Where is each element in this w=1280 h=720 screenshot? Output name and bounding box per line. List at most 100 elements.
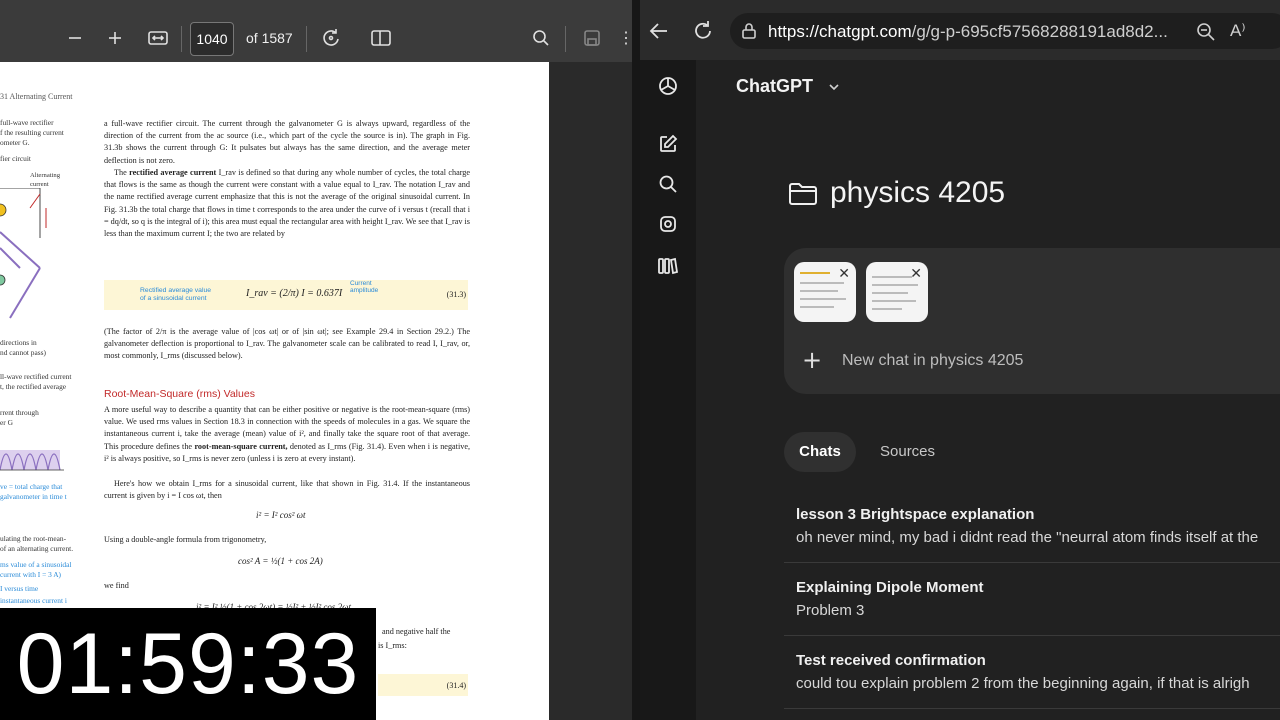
chat-list-item[interactable]: Test received confirmation could tou exp… — [796, 652, 1280, 692]
gpts-icon — [660, 216, 676, 232]
toolbar-divider — [306, 26, 307, 52]
reload-icon — [695, 21, 711, 39]
paragraph: and negative half the — [382, 627, 451, 636]
rotate-button[interactable] — [320, 26, 342, 50]
left-caption: I versus time — [0, 584, 39, 593]
left-caption: full-wave rectifier — [0, 118, 54, 127]
equation-note: Current amplitude — [350, 280, 379, 294]
left-caption: ulating the root-mean- — [0, 534, 67, 543]
chat-preview: could tou explain problem 2 from the beg… — [796, 675, 1250, 692]
paragraph: a full-wave rectifier circuit. The curre… — [104, 119, 470, 165]
chat-list-item[interactable]: lesson 3 Brightspace explanation oh neve… — [796, 506, 1280, 546]
left-caption: of an alternating current. — [0, 544, 74, 553]
paragraph: Here's how we obtain I_rms for a sinusoi… — [104, 479, 470, 501]
pdf-toolbar: 1040 of 1587 ⋮ — [0, 0, 632, 62]
save-icon — [584, 30, 600, 46]
site-info-button[interactable] — [740, 22, 758, 45]
read-aloud-icon: A⁾ — [1230, 21, 1246, 40]
left-caption: ms value of a sinusoidal — [0, 560, 72, 569]
model-selector[interactable]: ChatGPT — [736, 76, 813, 97]
pdf-viewer: 1040 of 1587 ⋮ 31 Alternating Current fu… — [0, 0, 632, 720]
search-chats-button[interactable] — [656, 172, 680, 196]
close-icon: ✕ — [910, 266, 922, 282]
chat-title: Test received confirmation — [796, 652, 986, 669]
equation: I_rav = (2/π) I = 0.637I — [246, 288, 343, 299]
left-caption: instantaneous current i — [0, 596, 67, 605]
back-button[interactable] — [648, 20, 672, 42]
divider — [784, 635, 1280, 636]
file-thumbnail[interactable]: ✕ — [794, 262, 856, 322]
paragraph: (The factor of 2/π is the average value … — [104, 327, 470, 361]
read-aloud-button[interactable]: A⁾ — [1230, 21, 1246, 41]
chat-preview: oh never mind, my bad i didnt read the "… — [796, 529, 1259, 546]
chevron-down-icon — [829, 84, 839, 91]
gpts-button[interactable] — [656, 212, 680, 236]
tab-sources[interactable]: Sources — [880, 432, 935, 472]
toolbar-divider — [565, 26, 566, 52]
openai-logo-button[interactable] — [656, 74, 680, 98]
pdf-gutter — [549, 62, 632, 720]
left-caption: current — [30, 181, 49, 188]
left-caption: galvanometer in time t — [0, 492, 67, 501]
back-arrow-icon — [649, 23, 667, 39]
more-options-button[interactable]: ⋮ — [618, 26, 632, 50]
chat-preview: Problem 3 — [796, 602, 865, 619]
library-button[interactable] — [656, 254, 680, 278]
page-view-button[interactable] — [370, 26, 392, 50]
zoom-out-button[interactable] — [64, 26, 86, 50]
chat-title: lesson 3 Brightspace explanation — [796, 506, 1035, 523]
url-bar[interactable]: https://chatgpt.com/g/g-p-695cf575682881… — [730, 13, 1280, 49]
rectifier-circuit-diagram — [0, 188, 47, 319]
fit-width-icon — [148, 31, 168, 45]
fit-width-button[interactable] — [146, 26, 170, 50]
model-selector-chevron[interactable] — [828, 80, 840, 98]
new-chat-button[interactable] — [656, 132, 680, 156]
rectified-current-graph — [0, 450, 64, 471]
left-caption: Alternating — [30, 172, 61, 179]
left-caption: ll-wave rectified current — [0, 372, 72, 381]
url-text[interactable]: https://chatgpt.com/g/g-p-695cf575682881… — [768, 22, 1168, 42]
file-thumbnail[interactable]: ✕ — [866, 262, 928, 322]
reload-button[interactable] — [692, 20, 716, 42]
chat-list-item[interactable]: Explaining Dipole Moment Problem 3 — [796, 579, 1280, 619]
browser-window: https://chatgpt.com/g/g-p-695cf575682881… — [640, 0, 1280, 720]
bold-term: root-mean-square current, — [194, 441, 288, 451]
new-chat-in-project-button[interactable]: New chat in physics 4205 — [842, 352, 1023, 370]
timer-overlay: 01:59:33 — [0, 608, 376, 720]
section-heading: Root-Mean-Square (rms) Values — [104, 388, 255, 400]
more-icon: ⋮ — [618, 30, 632, 47]
tab-chats[interactable]: Chats — [784, 432, 856, 472]
zoom-in-button[interactable] — [104, 26, 126, 50]
left-caption: t, the rectified average — [0, 382, 67, 391]
rotate-icon — [323, 29, 339, 46]
library-icon — [658, 257, 679, 275]
plus-icon[interactable]: + — [802, 346, 822, 374]
equation: i² = I² cos² ωt — [256, 510, 306, 520]
openai-logo-icon — [659, 77, 677, 95]
bold-term: rectified average current — [129, 168, 217, 177]
zoom-button[interactable] — [1196, 22, 1216, 47]
window-divider[interactable] — [632, 0, 640, 720]
find-button[interactable] — [530, 26, 552, 50]
page-number-input[interactable]: 1040 — [190, 22, 234, 56]
paragraph: is I_rms: — [378, 641, 407, 650]
minus-icon — [69, 37, 81, 39]
left-caption: f the resulting current — [0, 128, 64, 137]
plus-icon — [109, 32, 121, 44]
paragraph: Using a double-angle formula from trigon… — [104, 535, 267, 544]
remove-file-button[interactable]: ✕ — [910, 266, 922, 282]
chapter-header: 31 Alternating Current — [0, 92, 73, 101]
save-button[interactable] — [582, 26, 602, 50]
left-caption: ometer G. — [0, 138, 30, 147]
left-caption: ve = total charge that — [0, 482, 63, 491]
toolbar-divider — [181, 26, 182, 52]
paragraph: A more useful way to describe a quantity… — [104, 405, 470, 463]
page-total: of 1587 — [246, 30, 293, 46]
remove-file-button[interactable]: ✕ — [838, 266, 850, 282]
book-view-icon — [371, 30, 391, 46]
project-folder-icon — [788, 180, 818, 213]
equation-label: Rectified average value of a sinusoidal … — [140, 287, 212, 302]
close-icon: ✕ — [838, 266, 850, 282]
project-files-card: ✕ ✕ + New chat in physics 4205 — [784, 248, 1280, 394]
divider — [784, 708, 1280, 709]
